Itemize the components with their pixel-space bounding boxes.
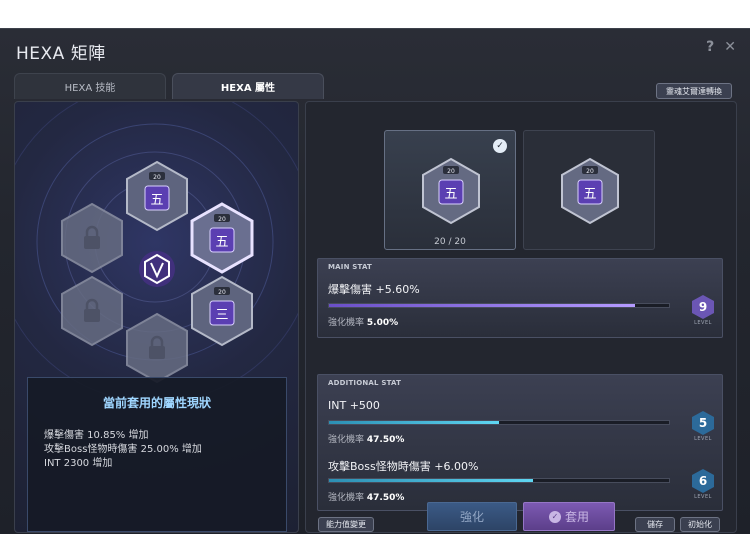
hexa-core-v-icon [139, 251, 175, 287]
additional-stat-1-progress-bar [328, 420, 670, 425]
hexa-node-top-right[interactable]: 五 20 [190, 202, 254, 274]
save-button[interactable]: 儲存 [635, 517, 675, 532]
apply-button-label: 套用 [564, 510, 589, 524]
status-title: 當前套用的屬性現狀 [102, 396, 211, 410]
hexa-node-bottom-right-level: 20 [218, 289, 226, 296]
hexa-node-bottom-right[interactable]: 三 20 [191, 275, 253, 347]
status-line-boss-damage: 攻擊Boss怪物時傷害 25.00% 增加 [44, 444, 202, 455]
main-stat-name: 爆擊傷害 +5.60% [328, 283, 420, 296]
additional-stat-header: ADDITIONAL STAT [328, 379, 402, 387]
slot-alt-level: 20 [586, 168, 594, 175]
main-stat-progress-bar [328, 303, 670, 308]
hexa-node-top-level: 20 [153, 174, 161, 181]
main-stat-prob-label: 強化機率 [328, 318, 365, 328]
stat-slot-alternate[interactable]: 五 20 [523, 130, 655, 250]
apply-check-icon: ✓ [548, 510, 561, 523]
status-line-int: INT 2300 增加 [44, 458, 113, 469]
additional-stat-1-prob-label: 強化機率 [328, 435, 365, 445]
stat-change-button[interactable]: 能力值變更 [318, 517, 374, 532]
hexa-node-top[interactable]: 五 20 [126, 160, 188, 232]
main-stat-box: MAIN STAT 爆擊傷害 +5.60% 強化機率 5.00% 9 LEVEL [317, 258, 723, 338]
tab-hexa-skill[interactable]: HEXA 技能 [14, 73, 166, 99]
reset-button[interactable]: 初始化 [680, 517, 720, 532]
hexa-matrix-window: HEXA 矩陣 ? ✕ HEXA 技能 HEXA 屬性 靈魂艾爾達轉換 五 20 [0, 28, 750, 534]
main-stat-level-label: LEVEL [694, 320, 712, 326]
hexa-node-top-glyph: 五 [150, 193, 163, 208]
apply-button[interactable]: ✓ 套用 [523, 502, 615, 531]
help-icon[interactable]: ? [706, 39, 714, 55]
slot-selected-level: 20 [447, 168, 455, 175]
additional-stat-2-progress-fill [329, 479, 533, 482]
enhance-button[interactable]: 強化 [427, 502, 517, 531]
stat-slot-selected[interactable]: ✓ 五 20 20 / 20 [384, 130, 516, 250]
hexa-node-top-right-glyph: 五 [215, 235, 228, 250]
additional-stat-1-level: 5 [692, 411, 714, 435]
window-controls: ? ✕ [706, 39, 736, 55]
additional-stat-1-name: INT +500 [328, 399, 380, 412]
additional-stat-2-prob-label: 強化機率 [328, 493, 365, 503]
additional-stat-2-prob-value: 47.50% [366, 493, 405, 503]
slot-selected-glyph: 五 [444, 187, 457, 202]
additional-stat-box: ADDITIONAL STAT INT +500 強化機率 47.50% 5 L… [317, 374, 723, 511]
additional-stat-2-level-label: LEVEL [694, 494, 712, 500]
current-stat-status-box: 當前套用的屬性現狀 爆擊傷害 10.85% 增加 攻擊Boss怪物時傷害 25.… [27, 377, 287, 532]
additional-stat-1-level-badge: 5 LEVEL [686, 411, 720, 442]
hexa-node-bottom-left-locked [61, 275, 123, 347]
tab-hexa-stat[interactable]: HEXA 屬性 [172, 73, 324, 99]
additional-stat-1-prob-value: 47.50% [366, 435, 405, 445]
slot-count: 20 / 20 [434, 237, 466, 247]
main-stat-probability: 強化機率 5.00% [328, 315, 398, 328]
main-stat-level: 9 [692, 295, 714, 319]
hexa-stat-detail-panel: ✓ 五 20 20 / 20 五 20 MAIN STAT 爆擊傷害 +5.60… [305, 101, 737, 533]
additional-stat-2-level-badge: 6 LEVEL [686, 469, 720, 500]
slot-alt-glyph: 五 [583, 187, 596, 202]
additional-stat-1-level-label: LEVEL [694, 436, 712, 442]
top-blank-strip [0, 0, 750, 28]
main-stat-header: MAIN STAT [328, 263, 373, 271]
hexa-node-bottom-right-glyph: 三 [215, 308, 228, 323]
additional-stat-2-probability: 強化機率 47.50% [328, 490, 404, 503]
main-stat-progress-fill [329, 304, 635, 307]
additional-stat-2-progress-bar [328, 478, 670, 483]
hexa-node-top-right-level: 20 [218, 216, 226, 223]
additional-stat-1-progress-fill [329, 421, 499, 424]
hexa-node-panel: 五 20 五 20 三 20 當前套用的屬性現狀 爆擊傷害 10.85% 增加 … [14, 101, 299, 533]
main-stat-level-badge: 9 LEVEL [686, 295, 720, 326]
hexa-node-bottom-locked [126, 312, 188, 384]
check-icon: ✓ [493, 139, 507, 153]
soul-erda-transfer-button[interactable]: 靈魂艾爾達轉換 [656, 83, 732, 99]
main-stat-prob-value: 5.00% [366, 318, 399, 328]
slot-alt-hex-icon: 五 20 [561, 157, 619, 225]
additional-stat-2-level: 6 [692, 469, 714, 493]
additional-stat-1-probability: 強化機率 47.50% [328, 432, 404, 445]
window-title: HEXA 矩陣 [16, 44, 106, 64]
hexa-node-top-left-locked [61, 202, 123, 274]
close-icon[interactable]: ✕ [724, 39, 736, 55]
additional-stat-2-name: 攻擊Boss怪物時傷害 +6.00% [328, 460, 479, 473]
status-line-crit-damage: 爆擊傷害 10.85% 增加 [44, 430, 149, 441]
